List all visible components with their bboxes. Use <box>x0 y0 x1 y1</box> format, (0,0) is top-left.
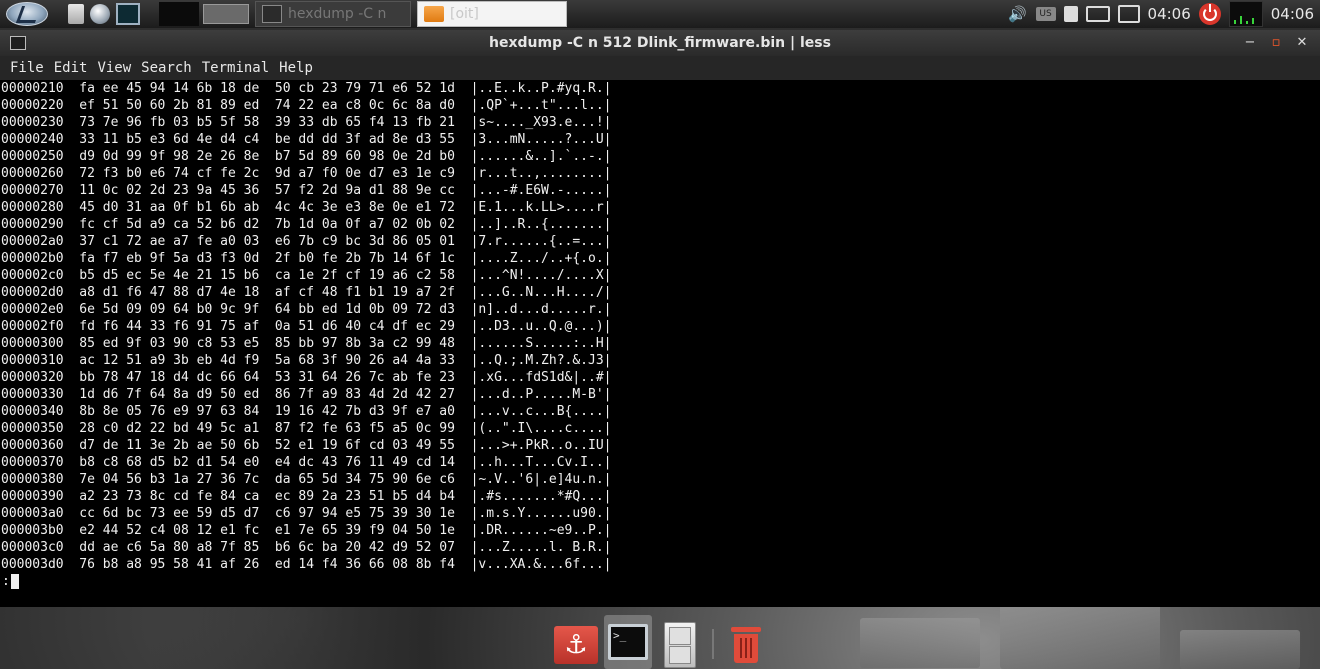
less-prompt-text: : <box>2 574 10 589</box>
dock-item-terminal[interactable]: >_ <box>604 615 652 669</box>
hexdump-line: 000003c0 dd ae c6 5a 80 a8 7f 85 b6 6c b… <box>1 540 612 555</box>
menu-help[interactable]: Help <box>275 60 317 76</box>
taskbar-item-folder[interactable]: [oit] <box>417 1 567 27</box>
menu-file[interactable]: File <box>6 60 48 76</box>
taskbar-item-label: hexdump -C n <box>288 6 387 22</box>
hexdump-line: 00000280 45 d0 31 aa 0f b1 6b ab 4c 4c 3… <box>1 200 612 215</box>
hexdump-line: 000002b0 fa f7 eb 9f 5a d3 f3 0d 2f b0 f… <box>1 251 612 266</box>
text-cursor <box>10 574 19 589</box>
hexdump-line: 00000380 7e 04 56 b3 1a 27 36 7c da 65 5… <box>1 472 612 487</box>
less-prompt[interactable]: : <box>2 573 19 590</box>
menu-view[interactable]: View <box>93 60 135 76</box>
hexdump-line: 00000250 d9 0d 99 9f 98 2e 26 8e b7 5d 8… <box>1 149 612 164</box>
hexdump-line: 000002d0 a8 d1 f6 47 88 d7 4e 18 af cf 4… <box>1 285 612 300</box>
trash-icon <box>731 627 761 663</box>
terminal-window: hexdump -C n 512 Dlink_firmware.bin | le… <box>0 30 1320 607</box>
file-cabinet-icon <box>664 622 696 668</box>
hexdump-line: 00000370 b8 c8 68 d5 b2 d1 54 e0 e4 dc 4… <box>1 455 612 470</box>
wallpaper-key-shape <box>1180 630 1300 669</box>
minimize-button[interactable]: − <box>1242 34 1258 50</box>
hexdump-line: 000002f0 fd f6 44 33 f6 91 75 af 0a 51 d… <box>1 319 612 334</box>
network-icon[interactable] <box>1117 5 1140 23</box>
hexdump-line: 000002a0 37 c1 72 ae a7 fe a0 03 e6 7b c… <box>1 234 612 249</box>
clock-left[interactable]: 04:06 <box>1148 5 1191 23</box>
dock-item-file-cabinet[interactable] <box>656 621 704 669</box>
maximize-button[interactable]: ▫ <box>1268 34 1284 50</box>
menu-bar: File Edit View Search Terminal Help <box>0 56 1320 81</box>
hexdump-line: 00000330 1d d6 7f 64 8a d9 50 ed 86 7f a… <box>1 387 612 402</box>
window-title: hexdump -C n 512 Dlink_firmware.bin | le… <box>489 35 831 51</box>
power-icon <box>1202 4 1217 21</box>
power-button[interactable] <box>1198 3 1221 25</box>
wallpaper-key-shape <box>860 618 980 668</box>
dock-item-trash[interactable] <box>722 621 770 669</box>
anchor-icon: ⚓ <box>554 626 598 664</box>
hexdump-line: 000002e0 6e 5d 09 09 64 b0 9c 9f 64 bb e… <box>1 302 612 317</box>
menu-search[interactable]: Search <box>137 60 196 76</box>
dock-item-anchor[interactable]: ⚓ <box>552 621 600 669</box>
system-tray: 🔊 US 04:06 04:06 <box>1008 0 1320 28</box>
hexdump-line: 000002c0 b5 d5 ec 5e 4e 21 15 b6 ca 1e 2… <box>1 268 612 283</box>
dock: ⚓ >_ <box>552 615 770 669</box>
terminal-icon <box>10 36 26 50</box>
window-titlebar[interactable]: hexdump -C n 512 Dlink_firmware.bin | le… <box>0 30 1320 56</box>
hexdump-line: 000003d0 76 b8 a8 95 58 41 af 26 ed 14 f… <box>1 557 612 572</box>
folder-icon <box>424 6 444 22</box>
terminal-icon: >_ <box>608 624 648 660</box>
hexdump-line: 00000270 11 0c 02 2d 23 9a 45 36 57 f2 2… <box>1 183 612 198</box>
close-button[interactable]: ✕ <box>1294 34 1310 50</box>
hexdump-line: 00000350 28 c0 d2 22 bd 49 5c a1 87 f2 f… <box>1 421 612 436</box>
hexdump-line: 00000210 fa ee 45 94 14 6b 18 de 50 cb 2… <box>1 81 612 96</box>
hexdump-line: 00000360 d7 de 11 3e 2b ae 50 6b 52 e1 1… <box>1 438 612 453</box>
menu-edit[interactable]: Edit <box>50 60 92 76</box>
taskbar-item-terminal[interactable]: hexdump -C n <box>255 1 411 27</box>
clock-right[interactable]: 04:06 <box>1271 5 1314 23</box>
file-manager-launcher-icon[interactable] <box>68 4 84 24</box>
hexdump-line: 00000260 72 f3 b0 e6 74 cf fe 2c 9d a7 f… <box>1 166 612 181</box>
hexdump-line: 000003a0 cc 6d bc 73 ee 59 d5 d7 c6 97 9… <box>1 506 612 521</box>
app-launcher-button[interactable] <box>0 0 54 28</box>
terminal-launcher-icon[interactable] <box>116 3 140 25</box>
hexdump-line: 00000320 bb 78 47 18 d4 dc 66 64 53 31 6… <box>1 370 612 385</box>
top-panel: hexdump -C n [oit] 🔊 US 04:06 04:06 <box>0 0 1320 28</box>
terminal-icon <box>262 5 282 23</box>
menu-terminal[interactable]: Terminal <box>198 60 273 76</box>
hexdump-line: 00000220 ef 51 50 60 2b 81 89 ed 74 22 e… <box>1 98 612 113</box>
web-browser-launcher-icon[interactable] <box>90 4 110 24</box>
dock-separator <box>712 629 714 659</box>
terminal-output[interactable]: 00000210 fa ee 45 94 14 6b 18 de 50 cb 2… <box>0 80 1320 607</box>
volume-icon[interactable]: 🔊 <box>1008 5 1028 23</box>
taskbar-item-label: [oit] <box>450 6 479 22</box>
hexdump-line: 00000230 73 7e 96 fb 03 b5 5f 58 39 33 d… <box>1 115 612 130</box>
hexdump-line: 00000300 85 ed 9f 03 90 c8 53 e5 85 bb 9… <box>1 336 612 351</box>
system-monitor-graph[interactable] <box>1228 1 1263 27</box>
workspace-switcher-active[interactable] <box>203 4 249 24</box>
hexdump-line: 00000340 8b 8e 05 76 e9 97 63 84 19 16 4… <box>1 404 612 419</box>
keyboard-icon[interactable] <box>1085 6 1110 22</box>
wallpaper-key-shape <box>1000 600 1160 669</box>
clipboard-icon[interactable] <box>1063 6 1078 22</box>
workspace-switcher[interactable] <box>159 2 199 26</box>
launcher-logo-icon <box>6 2 48 26</box>
hexdump-line: 00000240 33 11 b5 e3 6d 4e d4 c4 be dd d… <box>1 132 612 147</box>
hexdump-line: 00000290 fc cf 5d a9 ca 52 b6 d2 7b 1d 0… <box>1 217 612 232</box>
hexdump-line: 00000390 a2 23 73 8c cd fe 84 ca ec 89 2… <box>1 489 612 504</box>
hexdump-line: 00000310 ac 12 51 a9 3b eb 4d f9 5a 68 3… <box>1 353 612 368</box>
keyboard-layout-badge[interactable]: US <box>1035 7 1056 21</box>
hexdump-line: 000003b0 e2 44 52 c4 08 12 e1 fc e1 7e 6… <box>1 523 612 538</box>
